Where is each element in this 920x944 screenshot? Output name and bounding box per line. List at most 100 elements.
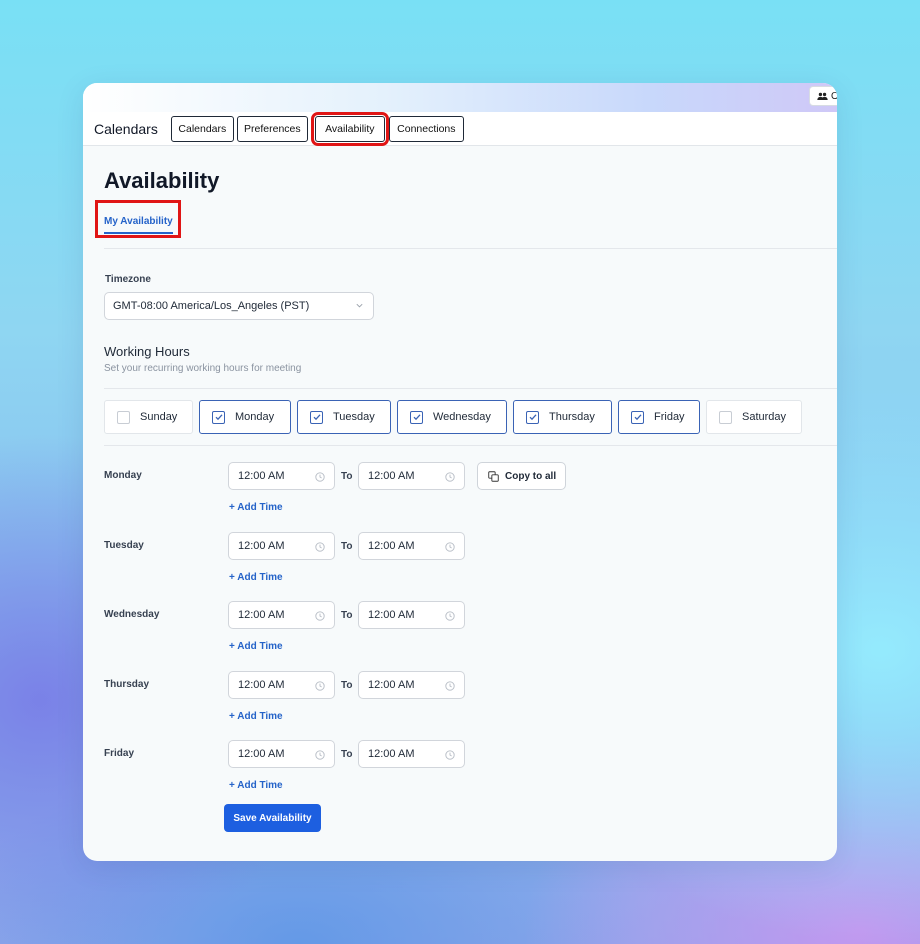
divider xyxy=(104,388,837,389)
day-toggle-wednesday[interactable]: Wednesday xyxy=(397,400,507,434)
day-toggle-label: Thursday xyxy=(549,411,595,423)
sub-tabs: My Availability xyxy=(95,200,837,249)
add-time-link[interactable]: + Add Time xyxy=(229,641,283,652)
to-label: To xyxy=(341,749,353,760)
app-window: Or Calendars Calendars Preferences Avail… xyxy=(83,83,837,861)
app-title: Calendars xyxy=(94,120,158,137)
copy-to-all-label: Copy to all xyxy=(505,470,557,482)
end-time-input[interactable]: 12:00 AM xyxy=(358,601,465,629)
tab-calendars[interactable]: Calendars xyxy=(170,115,234,142)
end-time-value: 12:00 AM xyxy=(368,678,415,691)
checkbox[interactable] xyxy=(117,410,130,424)
add-time-link[interactable]: + Add Time xyxy=(229,572,283,583)
timezone-label: Timezone xyxy=(105,274,151,285)
checkbox[interactable] xyxy=(526,410,539,424)
top-navigation: Calendars Calendars Preferences Availabi… xyxy=(83,111,837,146)
start-time-value: 12:00 AM xyxy=(238,609,285,621)
day-toggle-saturday[interactable]: Saturday xyxy=(706,400,802,434)
to-label: To xyxy=(341,540,353,552)
schedule-row-wednesday: Wednesday 12:00 AM To 12:00 AM + Add Tim… xyxy=(104,601,816,671)
org-switcher-label: Or xyxy=(831,90,837,102)
clock-icon xyxy=(315,472,325,482)
schedule-row-friday: Friday 12:00 AM To 12:00 AM + Add Time xyxy=(104,740,816,810)
start-time-value: 12:00 AM xyxy=(238,678,285,691)
highlight-box xyxy=(95,200,181,238)
save-availability-button[interactable]: Save Availability xyxy=(224,804,321,832)
chevron-down-icon xyxy=(356,303,363,308)
check-icon xyxy=(313,414,320,421)
day-toggle-label: Wednesday xyxy=(433,411,491,423)
start-time-value: 12:00 AM xyxy=(238,539,285,552)
day-toggle-sunday[interactable]: Sunday xyxy=(104,400,193,434)
clock-icon xyxy=(445,611,455,621)
add-time-link[interactable]: + Add Time xyxy=(229,502,283,513)
checkbox[interactable] xyxy=(212,410,225,424)
end-time-input[interactable]: 12:00 AM xyxy=(358,740,465,768)
end-time-value: 12:00 AM xyxy=(368,470,415,482)
check-icon xyxy=(215,414,222,421)
working-hours-subtitle: Set your recurring working hours for mee… xyxy=(104,363,302,374)
schedule-day-label: Thursday xyxy=(104,678,150,690)
clock-icon xyxy=(445,472,455,482)
main-content: Availability My Availability Timezone GM… xyxy=(83,168,837,810)
schedule-day-label: Wednesday xyxy=(104,609,160,620)
check-icon xyxy=(634,414,641,421)
end-time-input[interactable]: 12:00 AM xyxy=(358,531,465,560)
day-toggle-label: Tuesday xyxy=(333,411,375,423)
start-time-input[interactable]: 12:00 AM xyxy=(228,462,335,490)
clock-icon xyxy=(315,611,325,621)
to-label: To xyxy=(341,471,353,482)
add-time-link[interactable]: + Add Time xyxy=(229,711,283,722)
day-selector: Sunday Monday Tuesday Wednesday Thursday… xyxy=(104,400,816,434)
schedule-row-tuesday: Tuesday 12:00 AM To 12:00 AM + Add Time xyxy=(104,531,816,602)
schedule-row-monday: Monday 12:00 AM To 12:00 AM Copy to all … xyxy=(104,462,816,532)
schedule-day-label: Tuesday xyxy=(104,539,144,551)
copy-icon xyxy=(488,470,499,482)
clock-icon xyxy=(445,541,455,552)
tab-availability[interactable]: Availability xyxy=(310,111,389,146)
tab-connections[interactable]: Connections xyxy=(388,115,464,142)
clock-icon xyxy=(315,541,325,552)
window-header-bar: Or xyxy=(83,83,837,112)
start-time-input[interactable]: 12:00 AM xyxy=(228,531,335,560)
page-title: Availability xyxy=(104,168,220,193)
schedule-row-thursday: Thursday 12:00 AM To 12:00 AM + Add Time xyxy=(104,670,816,741)
day-toggle-thursday[interactable]: Thursday xyxy=(513,400,612,434)
day-toggle-friday[interactable]: Friday xyxy=(618,400,700,434)
org-switcher[interactable]: Or xyxy=(809,86,837,106)
checkbox[interactable] xyxy=(719,410,732,424)
copy-to-all-button[interactable]: Copy to all xyxy=(477,462,566,490)
checkbox[interactable] xyxy=(410,410,423,424)
day-toggle-label: Sunday xyxy=(140,411,178,423)
to-label: To xyxy=(341,610,353,621)
start-time-value: 12:00 AM xyxy=(238,470,285,482)
day-toggle-label: Saturday xyxy=(742,411,787,423)
schedule-day-label: Friday xyxy=(104,748,135,759)
schedule-day-label: Monday xyxy=(104,470,142,481)
checkbox[interactable] xyxy=(631,410,644,424)
divider xyxy=(104,445,837,446)
clock-icon xyxy=(445,750,455,760)
tab-preferences[interactable]: Preferences xyxy=(236,115,308,142)
working-hours-title: Working Hours xyxy=(104,344,190,359)
start-time-input[interactable]: 12:00 AM xyxy=(228,670,335,699)
start-time-input[interactable]: 12:00 AM xyxy=(228,740,335,768)
day-toggle-label: Monday xyxy=(235,411,275,423)
start-time-input[interactable]: 12:00 AM xyxy=(228,601,335,629)
end-time-input[interactable]: 12:00 AM xyxy=(358,462,465,490)
start-time-value: 12:00 AM xyxy=(238,748,285,760)
clock-icon xyxy=(315,680,325,691)
check-icon xyxy=(413,414,420,421)
add-time-link[interactable]: + Add Time xyxy=(229,780,283,791)
timezone-value: GMT-08:00 America/Los_Angeles (PST) xyxy=(113,300,310,312)
day-toggle-monday[interactable]: Monday xyxy=(199,400,291,434)
to-label: To xyxy=(341,679,353,691)
day-toggle-label: Friday xyxy=(654,411,685,423)
day-toggle-tuesday[interactable]: Tuesday xyxy=(297,400,391,434)
end-time-input[interactable]: 12:00 AM xyxy=(358,670,465,699)
checkbox[interactable] xyxy=(310,410,323,424)
timezone-select[interactable]: GMT-08:00 America/Los_Angeles (PST) xyxy=(104,292,374,320)
end-time-value: 12:00 AM xyxy=(368,609,415,621)
clock-icon xyxy=(315,750,325,760)
schedule-list: Monday 12:00 AM To 12:00 AM Copy to all … xyxy=(104,462,816,810)
